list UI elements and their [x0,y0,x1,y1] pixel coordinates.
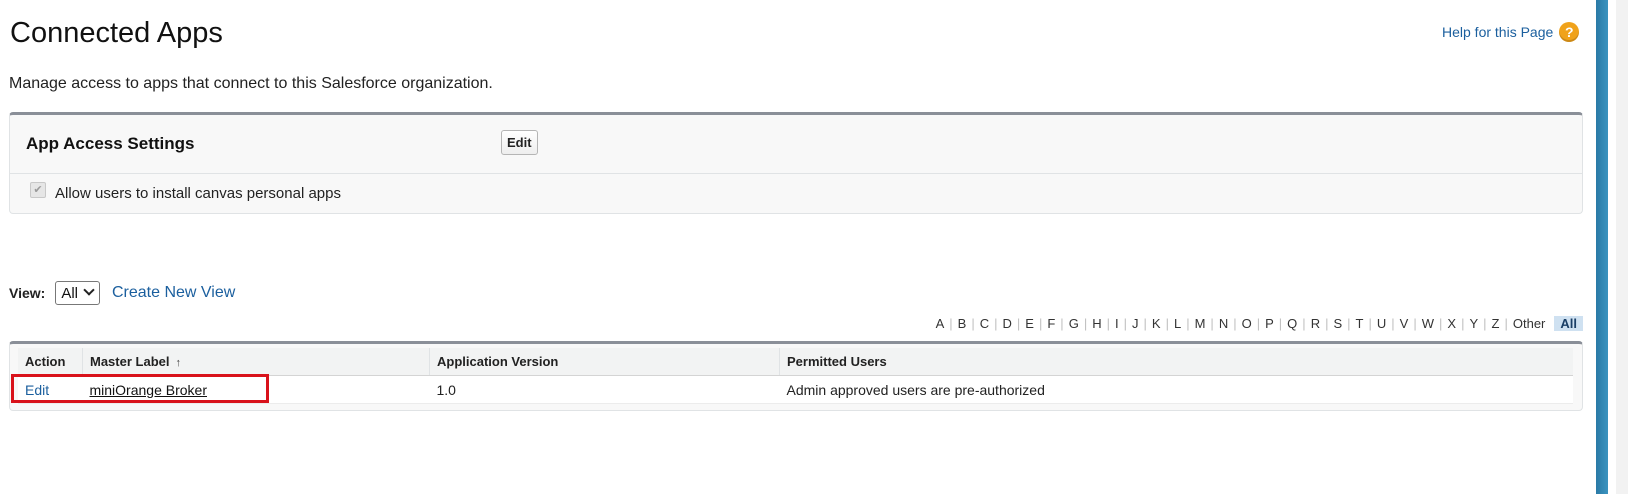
alpha-filter-c[interactable]: C [975,316,994,331]
page-scrollbar[interactable] [1596,0,1608,494]
chevron-down-icon[interactable] [83,284,95,296]
column-header-permitted-users: Permitted Users [779,348,1573,376]
alpha-filter-n[interactable]: N [1214,316,1233,331]
column-header-action: Action [18,348,83,376]
canvas-apps-checkbox: ✔ [30,181,46,198]
alpha-filter-u[interactable]: U [1372,316,1391,331]
alpha-filter-v[interactable]: V [1395,316,1414,331]
alpha-filter: A | B | C | D | E | F | G | H | I | J | K | L | M | N | O | P | Q | R | S | T |… [931,316,1583,331]
alpha-filter-h[interactable]: H [1087,316,1106,331]
alpha-filter-j[interactable]: J [1127,316,1144,331]
alpha-filter-i[interactable]: I [1110,316,1124,331]
alpha-filter-l[interactable]: L [1169,316,1186,331]
alpha-filter-e[interactable]: E [1020,316,1039,331]
canvas-apps-checkbox-label: Allow users to install canvas personal a… [55,185,341,202]
alpha-filter-a[interactable]: A [931,316,950,331]
alpha-filter-x[interactable]: X [1442,316,1461,331]
table-header-row: Action Master Label ↑ Application Version… [18,348,1573,376]
page-title: Connected Apps [10,17,223,49]
alpha-filter-z[interactable]: Z [1487,316,1505,331]
scrollbar-track[interactable] [1616,0,1628,494]
alpha-filter-t[interactable]: T [1351,316,1369,331]
alpha-filter-o[interactable]: O [1237,316,1257,331]
highlight-annotation-box [11,374,269,403]
create-new-view-link[interactable]: Create New View [112,284,235,302]
alpha-filter-b[interactable]: B [953,316,972,331]
alpha-filter-m[interactable]: M [1190,316,1211,331]
column-header-application-version: Application Version [429,348,780,376]
alpha-filter-r[interactable]: R [1306,316,1325,331]
alpha-filter-p[interactable]: P [1260,316,1279,331]
view-selector-row: View: All Create New View [9,281,235,305]
sort-ascending-icon[interactable]: ↑ [175,357,181,369]
help-link-label[interactable]: Help for this Page [1442,24,1553,40]
help-link[interactable]: Help for this Page ? [1442,22,1580,42]
column-header-master-label-text[interactable]: Master Label [90,354,169,369]
settings-header: App Access Settings Edit [10,115,1582,174]
alpha-filter-f[interactable]: F [1042,316,1060,331]
settings-edit-button[interactable]: Edit [501,130,538,155]
alpha-filter-y[interactable]: Y [1464,316,1483,331]
alpha-filter-d[interactable]: D [998,316,1017,331]
alpha-filter-other[interactable]: Other [1508,316,1551,331]
row-permitted-users-cell: Admin approved users are pre-authorized [779,375,1573,404]
view-select-value[interactable]: All [61,285,78,302]
column-header-master-label[interactable]: Master Label ↑ [82,348,430,376]
row-version-cell: 1.0 [429,375,780,404]
view-select[interactable]: All [55,281,100,305]
settings-title: App Access Settings [26,134,195,153]
alpha-filter-q[interactable]: Q [1282,316,1302,331]
alpha-filter-w[interactable]: W [1417,316,1439,331]
view-label: View: [9,285,46,301]
help-icon[interactable]: ? [1559,22,1580,42]
alpha-filter-g[interactable]: G [1064,316,1084,331]
alpha-filter-all[interactable]: All [1554,316,1583,331]
page-description: Manage access to apps that connect to th… [9,75,493,92]
alpha-filter-k[interactable]: K [1147,316,1166,331]
app-access-settings-panel: App Access Settings Edit ✔ Allow users t… [9,112,1583,214]
alpha-filter-s[interactable]: S [1328,316,1347,331]
canvas-apps-setting: ✔ Allow users to install canvas personal… [30,181,341,202]
